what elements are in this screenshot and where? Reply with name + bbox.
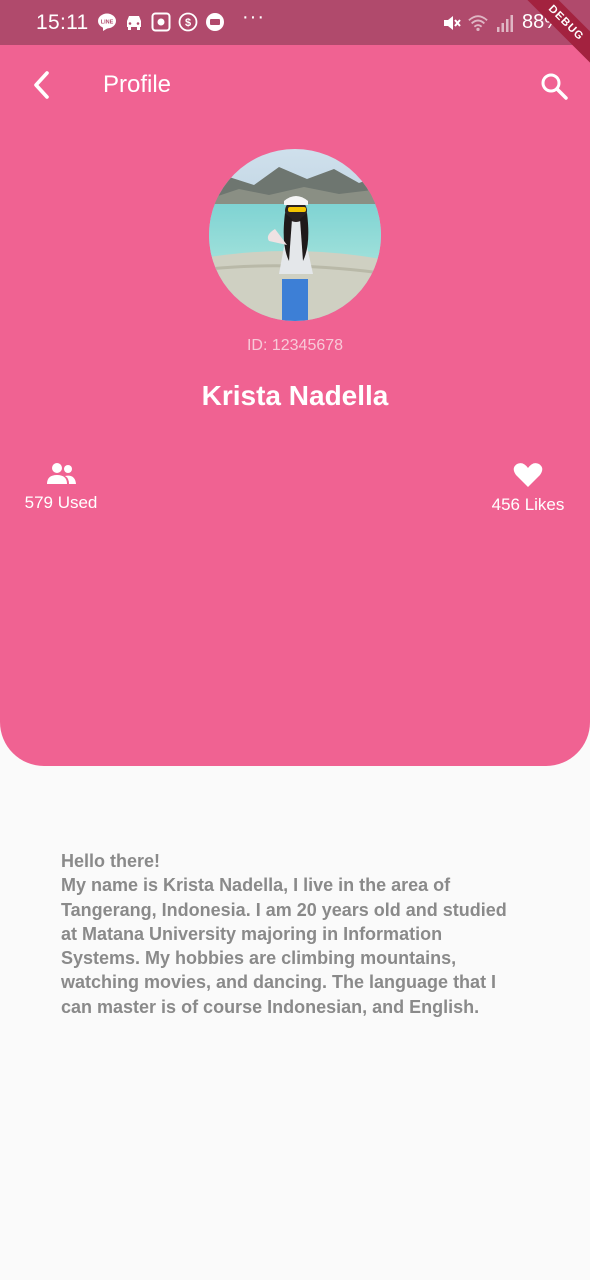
wifi-icon [468, 13, 488, 33]
svg-text:LINE: LINE [101, 20, 114, 26]
likes-count: 456 Likes [491, 495, 565, 514]
heart-icon [513, 463, 543, 487]
page-title: Profile [103, 71, 172, 98]
search-button[interactable] [538, 70, 570, 102]
notification-icons: LINE $ [97, 12, 225, 32]
people-icon [47, 463, 76, 484]
car-icon [124, 12, 144, 32]
user-name: Krista Nadella [201, 380, 389, 411]
bio-body: My name is Krista Nadella, I live in the… [61, 875, 507, 1017]
svg-text:$: $ [185, 17, 191, 29]
search-icon [541, 73, 568, 100]
bio-text: Hello there! My name is Krista Nadella, … [61, 849, 521, 1019]
message-icon [205, 12, 225, 32]
chevron-left-icon [34, 71, 49, 99]
likes-stat: 456 Likes [484, 462, 572, 515]
line-icon: LINE [97, 12, 117, 32]
used-stat: 579 Used [18, 462, 104, 513]
more-notifications-icon: ··· [242, 6, 265, 28]
signal-icon [495, 13, 515, 33]
user-id: ID: 12345678 [246, 337, 344, 354]
avatar [209, 149, 381, 321]
bio-greeting: Hello there! [61, 851, 161, 871]
currency-icon: $ [178, 12, 198, 32]
mute-icon [441, 13, 461, 33]
used-count: 579 Used [24, 493, 98, 512]
status-time: 15:11 [36, 11, 89, 34]
back-button[interactable] [26, 68, 60, 102]
status-bar: 15:11 LINE $ ··· 88% DEBUG [0, 0, 590, 74]
app-icon [151, 12, 171, 32]
